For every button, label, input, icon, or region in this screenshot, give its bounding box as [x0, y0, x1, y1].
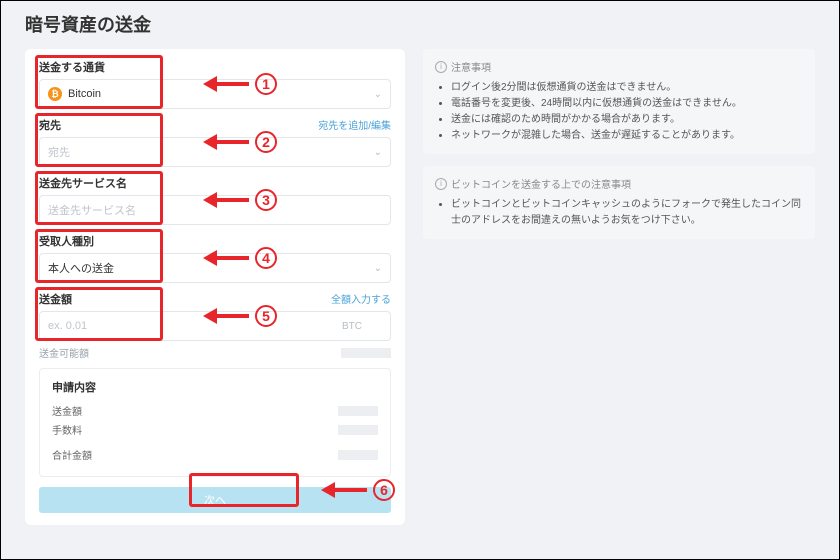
recipient-type-select[interactable]: 本人への送金 ⌄ — [39, 253, 391, 283]
service-label: 送金先サービス名 — [39, 175, 391, 191]
notice-bitcoin: i ビットコインを送金する上での注意事項 ビットコインとビットコインキャッシュの… — [423, 166, 815, 239]
summary-send-value — [338, 406, 378, 416]
page-title: 暗号資産の送金 — [25, 11, 815, 37]
summary-fee-label: 手数料 — [52, 422, 82, 437]
notice-general: i 注意事項 ログイン後2分間は仮想通貨の送金はできません。 電話番号を変更後、… — [423, 49, 815, 154]
service-input[interactable]: 送金先サービス名 — [39, 195, 391, 225]
available-balance-value — [341, 348, 391, 358]
service-placeholder: 送金先サービス名 — [48, 202, 136, 218]
summary-fee-value — [338, 425, 378, 435]
chevron-down-icon: ⌄ — [374, 263, 382, 274]
fill-max-link[interactable]: 全額入力する — [331, 291, 391, 306]
currency-value: Bitcoin — [68, 88, 101, 100]
amount-input[interactable]: ex. 0.01 BTC — [39, 311, 391, 341]
summary-row-total: 合計金額 — [52, 447, 378, 462]
summary-title: 申請内容 — [52, 379, 378, 395]
notices-column: i 注意事項 ログイン後2分間は仮想通貨の送金はできません。 電話番号を変更後、… — [423, 49, 815, 525]
field-currency: 送金する通貨 ₿ Bitcoin ⌄ 1 — [39, 59, 391, 109]
destination-placeholder: 宛先 — [48, 144, 70, 160]
currency-label: 送金する通貨 — [39, 59, 391, 75]
chevron-down-icon: ⌄ — [374, 89, 382, 100]
recipient-type-value: 本人への送金 — [48, 260, 114, 276]
destination-label: 宛先 — [39, 117, 61, 133]
info-icon: i — [435, 178, 447, 190]
bitcoin-icon: ₿ — [48, 87, 62, 101]
info-icon: i — [435, 61, 447, 73]
notice-item: ログイン後2分間は仮想通貨の送金はできません。 — [451, 80, 803, 96]
notice-bitcoin-title: ビットコインを送金する上での注意事項 — [451, 176, 631, 191]
field-recipient-type: 受取人種別 本人への送金 ⌄ 4 — [39, 233, 391, 283]
summary-total-label: 合計金額 — [52, 447, 92, 462]
send-form: 送金する通貨 ₿ Bitcoin ⌄ 1 宛先 宛先を追加/編集 — [25, 49, 405, 525]
amount-placeholder: ex. 0.01 — [48, 320, 87, 332]
edit-destination-link[interactable]: 宛先を追加/編集 — [318, 117, 391, 132]
notice-item: ビットコインとビットコインキャッシュのようにフォークで発生したコイン同士のアドレ… — [451, 197, 803, 229]
notice-item: 電話番号を変更後、24時間以内に仮想通貨の送金はできません。 — [451, 96, 803, 112]
currency-select[interactable]: ₿ Bitcoin ⌄ — [39, 79, 391, 109]
summary-send-label: 送金額 — [52, 403, 82, 418]
chevron-down-icon: ⌄ — [374, 147, 382, 158]
amount-label: 送金額 — [39, 291, 72, 307]
field-service: 送金先サービス名 送金先サービス名 3 — [39, 175, 391, 225]
available-balance-label: 送金可能額 — [39, 345, 89, 360]
summary-row-send: 送金額 — [52, 403, 378, 418]
summary-total-value — [338, 450, 378, 460]
summary-row-fee: 手数料 — [52, 422, 378, 437]
field-amount: 送金額 全額入力する ex. 0.01 BTC 送金可能額 5 — [39, 291, 391, 360]
notice-item: 送金には確認のため時間がかかる場合があります。 — [451, 112, 803, 128]
next-button[interactable]: 次へ — [39, 487, 391, 513]
field-destination: 宛先 宛先を追加/編集 宛先 ⌄ 2 — [39, 117, 391, 167]
destination-select[interactable]: 宛先 ⌄ — [39, 137, 391, 167]
summary-box: 申請内容 送金額 手数料 合計金額 — [39, 368, 391, 477]
notice-general-title: 注意事項 — [451, 59, 491, 74]
recipient-type-label: 受取人種別 — [39, 233, 391, 249]
amount-unit: BTC — [342, 321, 362, 332]
notice-item: ネットワークが混雑した場合、送金が遅延することがあります。 — [451, 128, 803, 144]
